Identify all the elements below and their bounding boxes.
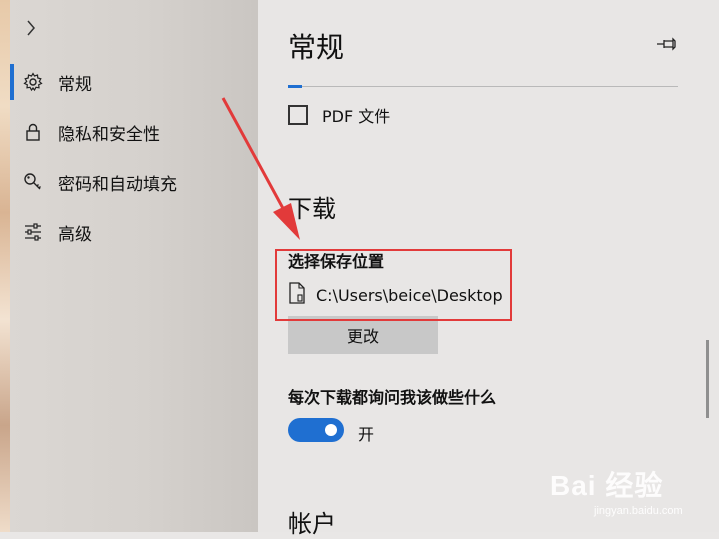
account-section-title: 帐户 bbox=[288, 510, 336, 538]
ask-download-label: 每次下载都询问我该做些什么 bbox=[288, 388, 497, 407]
section-divider bbox=[288, 85, 678, 88]
downloads-section-title: 下载 bbox=[288, 195, 336, 223]
toggle-state-label: 开 bbox=[358, 425, 375, 444]
sidebar-item-general[interactable]: 常规 bbox=[10, 62, 258, 102]
pin-icon[interactable] bbox=[656, 36, 678, 55]
pdf-checkbox-label: PDF 文件 bbox=[322, 107, 391, 126]
sidebar-item-label: 密码和自动填充 bbox=[58, 174, 177, 195]
sliders-icon bbox=[22, 221, 44, 243]
settings-sidebar: 常规 隐私和安全性 密码和自动填充 高级 bbox=[10, 0, 258, 532]
page-title: 常规 bbox=[288, 31, 345, 64]
watermark-url: jingyan.baidu.com bbox=[594, 505, 683, 517]
watermark-logo-text: Bai 经验 bbox=[550, 470, 664, 501]
sidebar-item-advanced[interactable]: 高级 bbox=[10, 212, 258, 252]
baidu-watermark: Bai 经验 jingyan.baidu.com bbox=[550, 460, 715, 528]
sidebar-item-label: 隐私和安全性 bbox=[58, 124, 160, 145]
sidebar-item-passwords[interactable]: 密码和自动填充 bbox=[10, 162, 258, 202]
ask-download-toggle[interactable] bbox=[288, 418, 344, 442]
scrollbar-thumb[interactable] bbox=[706, 340, 709, 418]
lock-icon bbox=[22, 121, 44, 143]
sidebar-item-privacy[interactable]: 隐私和安全性 bbox=[10, 112, 258, 152]
sidebar-item-label: 高级 bbox=[58, 224, 92, 245]
pdf-checkbox[interactable] bbox=[288, 105, 308, 125]
gear-icon bbox=[22, 71, 44, 93]
key-icon bbox=[22, 171, 44, 193]
chevron-right-icon[interactable] bbox=[26, 20, 36, 41]
change-location-button[interactable]: 更改 bbox=[288, 316, 438, 354]
pdf-checkbox-row[interactable]: PDF 文件 bbox=[288, 103, 390, 127]
scrollbar[interactable] bbox=[703, 0, 719, 532]
annotation-highlight-box bbox=[275, 249, 512, 321]
sidebar-item-label: 常规 bbox=[58, 74, 92, 95]
toggle-knob bbox=[325, 424, 337, 436]
